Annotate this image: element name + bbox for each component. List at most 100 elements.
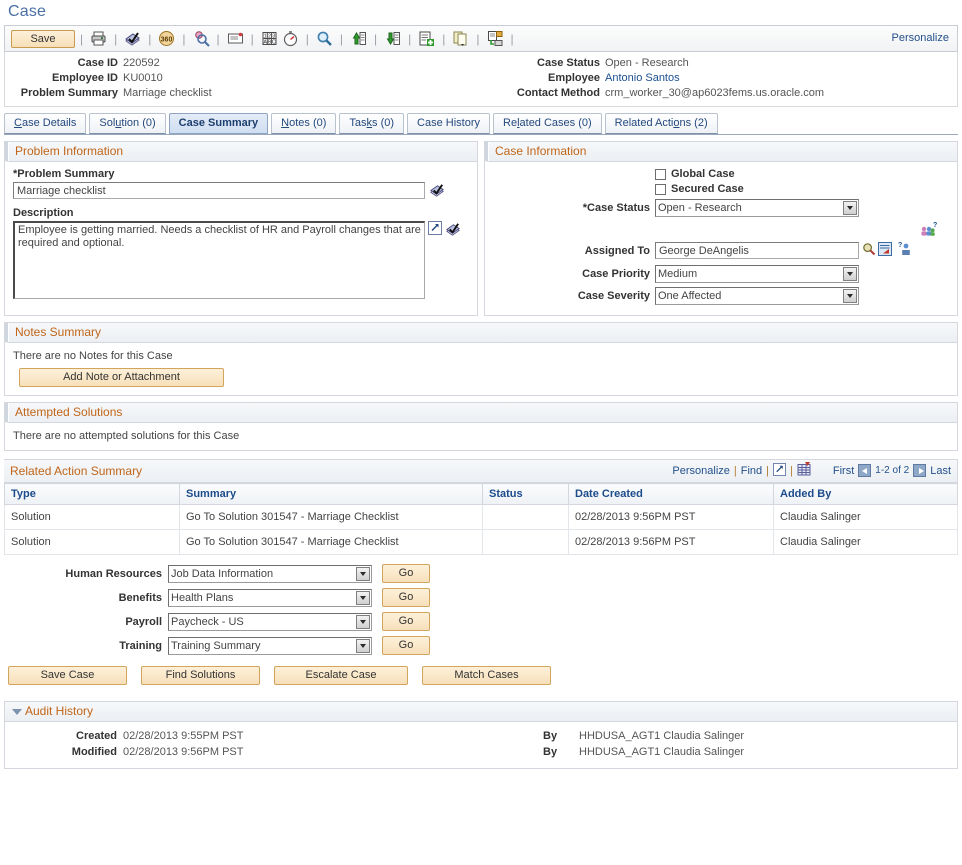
global-case-checkbox[interactable] — [655, 169, 666, 180]
audit-history-header: Audit History — [4, 701, 958, 722]
search-history-icon[interactable] — [192, 29, 211, 48]
related-action-table: Type Summary Status Date Created Added B… — [4, 483, 958, 555]
contact-method-label: Contact Method — [481, 86, 605, 101]
benefits-label: Benefits — [0, 592, 168, 604]
notes-abc-icon[interactable]: 1 2 3 A B C — [260, 29, 279, 48]
clone-icon[interactable] — [451, 29, 470, 48]
cell-summary[interactable]: Go To Solution 301547 - Marriage Checkli… — [180, 530, 483, 555]
grid-find-link[interactable]: Find — [741, 465, 762, 477]
detail-view-icon[interactable] — [878, 242, 892, 259]
training-select[interactable]: Training Summary — [168, 637, 372, 655]
tab-case-details[interactable]: CCase Detailsase Details — [4, 113, 86, 134]
secured-case-label: Secured Case — [671, 183, 744, 195]
grid-first-link[interactable]: First — [833, 465, 854, 477]
tab-related-cases[interactable]: Related Cases (0) — [493, 113, 602, 134]
case-priority-field-label: Case Priority — [493, 268, 655, 280]
add-note-or-attachment-button[interactable]: Add Note or Attachment — [19, 368, 224, 387]
secured-case-checkbox[interactable] — [655, 184, 666, 195]
tab-case-summary[interactable]: Case Summary — [169, 113, 269, 134]
case-status-select[interactable]: Open - Research — [655, 199, 859, 217]
human-resources-label: Human Resources — [0, 568, 168, 580]
find-solutions-button[interactable]: Find Solutions — [141, 666, 260, 685]
notes-summary-group: Notes Summary There are no Notes for thi… — [4, 322, 958, 396]
benefits-select[interactable]: Health Plans — [168, 589, 372, 607]
assigned-worker-lookup-icon[interactable]: ? — [897, 241, 913, 260]
svg-text:?: ? — [898, 242, 902, 249]
quick-links-section: Human Resources Job Data Information Go … — [0, 564, 962, 655]
escalate-case-button[interactable]: Escalate Case — [274, 666, 408, 685]
assigned-to-input[interactable] — [655, 242, 859, 259]
cell-type: Solution — [5, 530, 180, 555]
toolbar-separator: | — [374, 32, 377, 46]
grid-last-link[interactable]: Last — [930, 465, 951, 477]
download-list-icon[interactable] — [383, 29, 402, 48]
spellcheck-icon[interactable] — [445, 221, 461, 240]
grid-nav-separator: | — [734, 465, 737, 477]
match-cases-button[interactable]: Match Cases — [422, 666, 551, 685]
table-row: Solution Go To Solution 301547 - Marriag… — [5, 505, 958, 530]
attempted-solutions-body: There are no attempted solutions for thi… — [5, 423, 957, 450]
contact-method-row: Contact Method crm_worker_30@ap6023fems.… — [481, 86, 957, 101]
tab-case-history[interactable]: Case History — [407, 113, 490, 134]
grid-next-arrow-icon[interactable] — [913, 464, 926, 477]
employee-id-label: Employee ID — [5, 71, 123, 86]
audit-modified-row: Modified 02/28/2013 9:56PM PST By HHDUSA… — [5, 744, 957, 760]
cell-status — [483, 505, 569, 530]
upload-list-icon[interactable] — [349, 29, 368, 48]
grid-range-label: 1-2 of 2 — [875, 465, 909, 476]
tab-solution[interactable]: Solution (0) — [89, 113, 165, 134]
go-button-training[interactable]: Go — [382, 636, 430, 655]
save-case-button[interactable]: Save Case — [8, 666, 127, 685]
cell-summary[interactable]: Go To Solution 301547 - Marriage Checkli… — [180, 505, 483, 530]
expand-icon[interactable] — [428, 221, 442, 238]
cell-status — [483, 530, 569, 555]
payroll-label: Payroll — [0, 616, 168, 628]
grid-expand-icon[interactable] — [773, 463, 786, 479]
column-summary: Summary — [180, 484, 483, 505]
go-button-benefits[interactable]: Go — [382, 588, 430, 607]
collapse-triangle-icon[interactable] — [12, 709, 22, 715]
add-record-icon[interactable] — [417, 29, 436, 48]
global-case-label: Global Case — [671, 168, 735, 180]
tab-tasks[interactable]: Tasks (0) — [339, 113, 404, 134]
tab-notes[interactable]: Notes (0) — [271, 113, 336, 134]
quick-link-row-payroll: Payroll Paycheck - US Go — [0, 612, 962, 631]
go-button-payroll[interactable]: Go — [382, 612, 430, 631]
print-icon[interactable] — [89, 29, 108, 48]
toolbar-personalize-link[interactable]: Personalize — [892, 32, 949, 44]
magnifier-icon[interactable] — [315, 29, 334, 48]
summary-columns: Problem Information *Problem Summary Des… — [4, 141, 958, 316]
case-priority-select[interactable]: Medium — [655, 265, 859, 283]
lookup-magnifier-icon[interactable] — [862, 242, 876, 259]
grid-prev-arrow-icon[interactable] — [858, 464, 871, 477]
case-severity-select[interactable]: One Affected — [655, 287, 859, 305]
grid-personalize-link[interactable]: Personalize — [672, 465, 729, 477]
provider-group-search-icon[interactable]: ? — [919, 222, 937, 241]
svg-text:360: 360 — [161, 37, 173, 44]
attempted-solutions-title: Attempted Solutions — [5, 403, 957, 423]
360-degree-view-icon[interactable]: 360 — [157, 29, 176, 48]
notes-summary-body: There are no Notes for this Case Add Not… — [5, 343, 957, 395]
payroll-select[interactable]: Paycheck - US — [168, 613, 372, 631]
assign-icon[interactable] — [486, 29, 505, 48]
save-button[interactable]: Save — [11, 30, 75, 48]
problem-summary-input[interactable] — [13, 182, 425, 199]
column-added-by: Added By — [774, 484, 958, 505]
description-textarea[interactable]: Employee is getting married. Needs a che… — [13, 221, 425, 299]
employee-link[interactable]: Antonio Santos — [605, 71, 680, 86]
svg-text:C: C — [272, 40, 276, 46]
grid-download-icon[interactable] — [797, 462, 811, 479]
email-icon[interactable] — [226, 29, 245, 48]
toolbar-separator: | — [251, 32, 254, 46]
spellcheck-icon[interactable] — [429, 182, 445, 201]
human-resources-select[interactable]: Job Data Information — [168, 565, 372, 583]
timer-icon[interactable] — [281, 29, 300, 48]
notes-empty-text: There are no Notes for this Case — [13, 350, 949, 362]
cell-type: Solution — [5, 505, 180, 530]
tab-related-actions[interactable]: Related Actions (2) — [605, 113, 718, 134]
spellcheck-icon[interactable] — [123, 29, 142, 48]
page-title: Case — [0, 0, 962, 25]
case-status-row: Case Status Open - Research — [481, 56, 957, 71]
go-button-human-resources[interactable]: Go — [382, 564, 430, 583]
problem-summary-row: Problem Summary Marriage checklist — [5, 86, 481, 101]
